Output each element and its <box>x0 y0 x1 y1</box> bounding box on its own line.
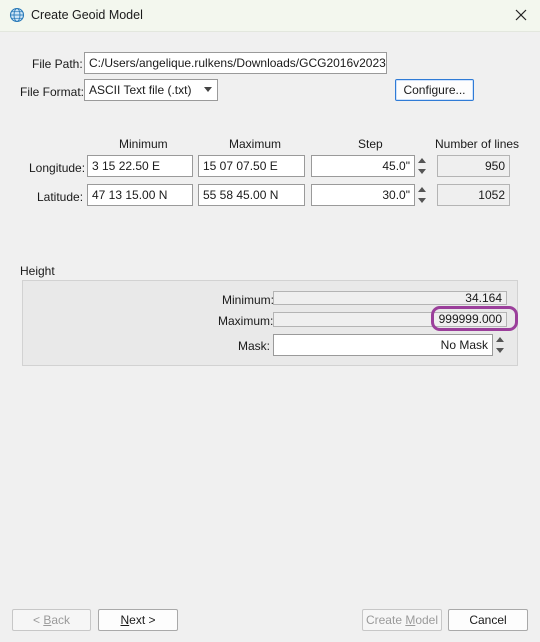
spin-up-icon[interactable] <box>415 184 429 195</box>
title-bar: Create Geoid Model <box>0 0 540 32</box>
cancel-button[interactable]: Cancel <box>448 609 528 631</box>
height-minimum-field: 34.164 <box>273 291 507 305</box>
configure-button[interactable]: Configure... <box>395 79 474 101</box>
mask-field[interactable]: No Mask <box>273 334 493 356</box>
file-path-field[interactable]: C:/Users/angelique.rulkens/Downloads/GCG… <box>84 52 387 74</box>
latitude-step-field[interactable]: 30.0" <box>311 184 415 206</box>
height-minimum-label: Minimum: <box>222 293 275 307</box>
longitude-step-spinner[interactable] <box>415 155 429 177</box>
file-format-select[interactable]: ASCII Text file (.txt) <box>84 79 218 101</box>
spin-up-icon[interactable] <box>415 155 429 166</box>
globe-icon <box>9 7 25 23</box>
height-maximum-label: Maximum: <box>218 314 274 328</box>
spin-down-icon[interactable] <box>493 345 507 356</box>
file-path-label: File Path: <box>32 57 83 71</box>
latitude-lines-field: 1052 <box>437 184 510 206</box>
longitude-max-field[interactable]: 15 07 07.50 E <box>198 155 305 177</box>
close-button[interactable] <box>508 3 534 27</box>
close-icon <box>515 9 527 21</box>
height-group-label: Height <box>20 264 55 278</box>
file-format-value: ASCII Text file (.txt) <box>89 83 192 97</box>
maximum-value-highlight <box>431 306 518 331</box>
latitude-step-spinner[interactable] <box>415 184 429 206</box>
longitude-lines-field: 950 <box>437 155 510 177</box>
number-of-lines-header: Number of lines <box>435 137 520 151</box>
chevron-down-icon <box>204 87 212 92</box>
create-model-button[interactable]: Create Model <box>362 609 442 631</box>
latitude-max-field[interactable]: 55 58 45.00 N <box>198 184 305 206</box>
latitude-min-field[interactable]: 47 13 15.00 N <box>87 184 193 206</box>
mask-spinner[interactable] <box>493 334 507 356</box>
spin-down-icon[interactable] <box>415 166 429 177</box>
maximum-header: Maximum <box>229 137 282 151</box>
latitude-label: Latitude: <box>37 190 84 204</box>
next-button[interactable]: Next > <box>98 609 178 631</box>
longitude-label: Longitude: <box>29 161 86 175</box>
spin-down-icon[interactable] <box>415 195 429 206</box>
minimum-header: Minimum <box>119 137 168 151</box>
mask-label: Mask: <box>238 339 271 353</box>
spin-up-icon[interactable] <box>493 334 507 345</box>
file-format-label: File Format: <box>20 85 85 99</box>
window-title: Create Geoid Model <box>31 8 143 22</box>
longitude-step-field[interactable]: 45.0" <box>311 155 415 177</box>
step-header: Step <box>358 137 383 151</box>
longitude-min-field[interactable]: 3 15 22.50 E <box>87 155 193 177</box>
back-button[interactable]: < Back <box>12 609 91 631</box>
